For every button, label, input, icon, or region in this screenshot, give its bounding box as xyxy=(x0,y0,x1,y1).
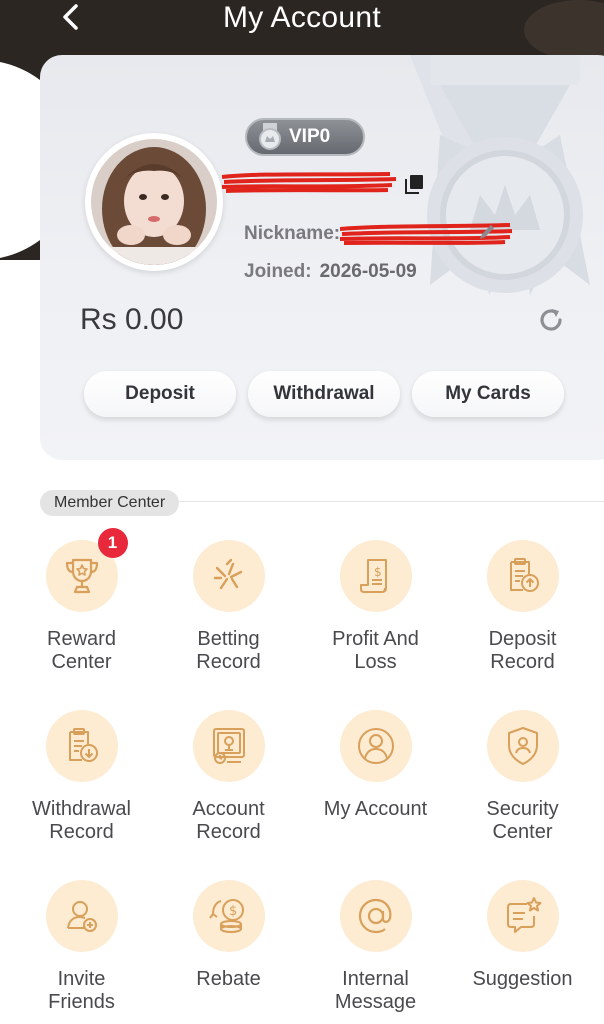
menu-item-security-center[interactable]: Security Center xyxy=(449,710,596,880)
section-title: Member Center xyxy=(40,490,180,516)
avatar-photo xyxy=(91,139,217,265)
receipt-icon: $ xyxy=(359,559,387,593)
trophy-icon xyxy=(65,558,98,594)
suggestion-icon xyxy=(506,897,541,933)
menu-item-betting-record[interactable]: Betting Record xyxy=(155,540,302,710)
nickname-row: Nickname: xyxy=(244,220,515,248)
account-record-icon xyxy=(212,728,245,764)
joined-row: Joined: 2026-05-09 xyxy=(244,261,417,283)
menu-item-withdrawal-record[interactable]: Withdrawal Record xyxy=(8,710,155,880)
menu-icon-bg xyxy=(486,540,559,612)
menu-icon-bg xyxy=(339,710,412,782)
deposit-button[interactable]: Deposit xyxy=(84,371,236,417)
notification-badge: 1 xyxy=(97,528,128,558)
member-center-grid: 1 Reward Center Betting Record $ Profit … xyxy=(8,528,604,1024)
menu-item-profit-and-loss[interactable]: $ Profit And Loss xyxy=(302,540,449,710)
page-title: My Account xyxy=(222,1,382,34)
menu-item-label: Internal Message xyxy=(334,968,417,1013)
menu-item-internal-message[interactable]: Internal Message xyxy=(302,880,449,1024)
menu-icon-bg: 1 xyxy=(45,528,128,612)
shield-icon xyxy=(507,727,538,765)
menu-icon-bg xyxy=(192,540,265,612)
vip-medal-icon xyxy=(259,123,281,150)
avatar[interactable] xyxy=(85,133,223,271)
menu-icon-bg: $ xyxy=(192,880,265,952)
my-cards-button[interactable]: My Cards xyxy=(412,371,564,417)
redacted-username xyxy=(221,172,397,193)
svg-text:$: $ xyxy=(374,565,382,579)
menu-icon-bg xyxy=(486,880,559,952)
menu-item-label: Invite Friends xyxy=(48,968,115,1013)
menu-icon-bg xyxy=(486,710,559,782)
medal-watermark-icon xyxy=(410,55,590,295)
menu-item-label: Withdrawal Record xyxy=(32,798,131,843)
vip-badge: VIP0 xyxy=(245,118,365,156)
menu-icon-bg xyxy=(192,710,265,782)
edit-icon[interactable] xyxy=(478,223,496,241)
refresh-icon xyxy=(540,309,562,331)
menu-item-rebate[interactable]: $ Rebate xyxy=(155,880,302,1024)
menu-item-label: Suggestion xyxy=(472,968,573,990)
menu-item-label: Rebate xyxy=(196,968,261,990)
nickname-label: Nickname: xyxy=(244,223,341,244)
withdrawal-button[interactable]: Withdrawal xyxy=(248,371,400,417)
at-sign-icon xyxy=(358,898,391,934)
menu-item-label: Profit And Loss xyxy=(332,628,419,673)
menu-item-label: Deposit Record xyxy=(488,628,557,673)
balance-amount: Rs 0.00 xyxy=(80,303,184,336)
deposit-record-icon xyxy=(509,558,539,592)
coins-icon: $ xyxy=(208,899,244,933)
betting-record-icon xyxy=(213,558,242,590)
withdrawal-record-icon xyxy=(68,728,98,762)
menu-item-invite-friends[interactable]: Invite Friends xyxy=(8,880,155,1024)
menu-item-account-record[interactable]: Account Record xyxy=(155,710,302,880)
account-actions: Deposit Withdrawal My Cards xyxy=(84,371,564,417)
menu-item-label: Reward Center xyxy=(47,628,116,673)
menu-icon-bg xyxy=(45,710,118,782)
menu-icon-bg xyxy=(45,880,118,952)
menu-item-label: Security Center xyxy=(486,798,559,843)
menu-item-suggestion[interactable]: Suggestion xyxy=(449,880,596,1024)
username-row xyxy=(220,165,430,195)
menu-item-label: My Account xyxy=(323,798,428,820)
menu-icon-bg: $ xyxy=(339,540,412,612)
copy-icon[interactable] xyxy=(403,173,425,195)
menu-item-reward-center[interactable]: 1 Reward Center xyxy=(8,528,155,710)
menu-item-my-account[interactable]: My Account xyxy=(302,710,449,880)
svg-text:$: $ xyxy=(229,904,237,919)
menu-icon-bg xyxy=(339,880,412,952)
joined-date: 2026-05-09 xyxy=(319,261,417,282)
menu-item-label: Account Record xyxy=(192,798,265,843)
vip-label: VIP0 xyxy=(289,126,331,147)
menu-item-deposit-record[interactable]: Deposit Record xyxy=(449,540,596,710)
menu-item-label: Betting Record xyxy=(196,628,261,673)
invite-friends-icon xyxy=(66,901,97,932)
user-icon xyxy=(357,728,394,764)
account-card: VIP0 Nickname: Joined: 2026-05-09 Rs 0.00… xyxy=(40,55,604,460)
joined-label: Joined: xyxy=(244,261,312,282)
refresh-balance-button[interactable] xyxy=(536,305,566,335)
